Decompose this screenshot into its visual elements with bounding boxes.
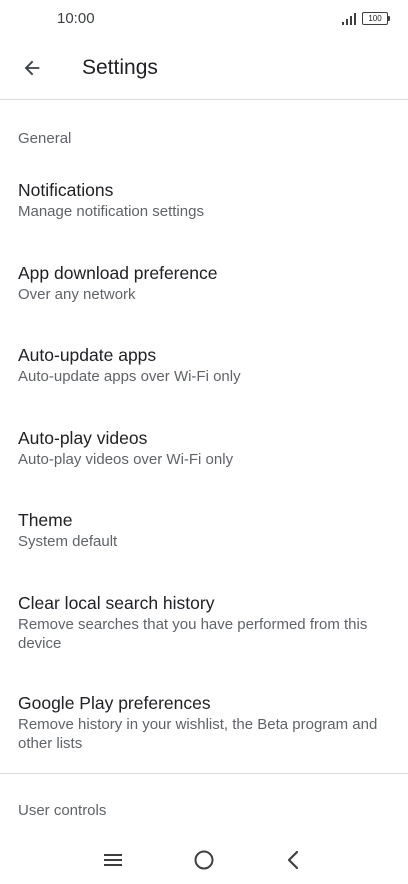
section-header-general: General [18, 130, 72, 147]
recents-button[interactable] [97, 844, 129, 876]
setting-subtitle: System default [18, 533, 118, 550]
setting-title: Theme [18, 510, 73, 530]
setting-app-download-preference[interactable]: App download preference Over any network [0, 262, 408, 304]
setting-subtitle: Manage notification settings [18, 203, 204, 220]
setting-notifications[interactable]: Notifications Manage notification settin… [0, 179, 408, 221]
status-bar: 10:00 100 [0, 0, 408, 38]
system-nav-bar [0, 836, 408, 884]
setting-title: Google Play preferences [18, 693, 211, 713]
section-divider [0, 773, 408, 774]
home-button[interactable] [188, 844, 220, 876]
section-header-user-controls: User controls [18, 802, 107, 819]
setting-subtitle: Over any network [18, 286, 136, 303]
app-bar: Settings [0, 38, 408, 100]
setting-theme[interactable]: Theme System default [0, 509, 408, 551]
home-icon [194, 850, 214, 870]
setting-google-play-preferences[interactable]: Google Play preferences Remove history i… [0, 692, 408, 753]
signal-icon [342, 13, 356, 25]
setting-subtitle: Remove searches that you have performed … [18, 616, 368, 652]
arrow-back-icon [24, 60, 40, 76]
battery-level: 100 [368, 14, 382, 23]
setting-clear-search-history[interactable]: Clear local search history Remove search… [0, 592, 408, 653]
setting-title: App download preference [18, 263, 218, 283]
back-icon [287, 850, 299, 870]
setting-auto-play-videos[interactable]: Auto-play videos Auto-play videos over W… [0, 427, 408, 469]
menu-icon [104, 854, 122, 866]
battery-icon: 100 [362, 12, 390, 25]
back-button[interactable] [16, 52, 48, 84]
status-time: 10:00 [57, 10, 95, 27]
setting-subtitle: Remove history in your wishlist, the Bet… [18, 716, 378, 752]
page-title: Settings [82, 56, 158, 79]
setting-title: Notifications [18, 180, 114, 200]
setting-title: Auto-update apps [18, 345, 157, 365]
setting-auto-update-apps[interactable]: Auto-update apps Auto-update apps over W… [0, 344, 408, 386]
setting-title: Auto-play videos [18, 428, 148, 448]
setting-subtitle: Auto-play videos over Wi-Fi only [18, 451, 234, 468]
setting-title: Clear local search history [18, 593, 215, 613]
system-back-button[interactable] [278, 844, 310, 876]
setting-subtitle: Auto-update apps over Wi-Fi only [18, 368, 241, 385]
